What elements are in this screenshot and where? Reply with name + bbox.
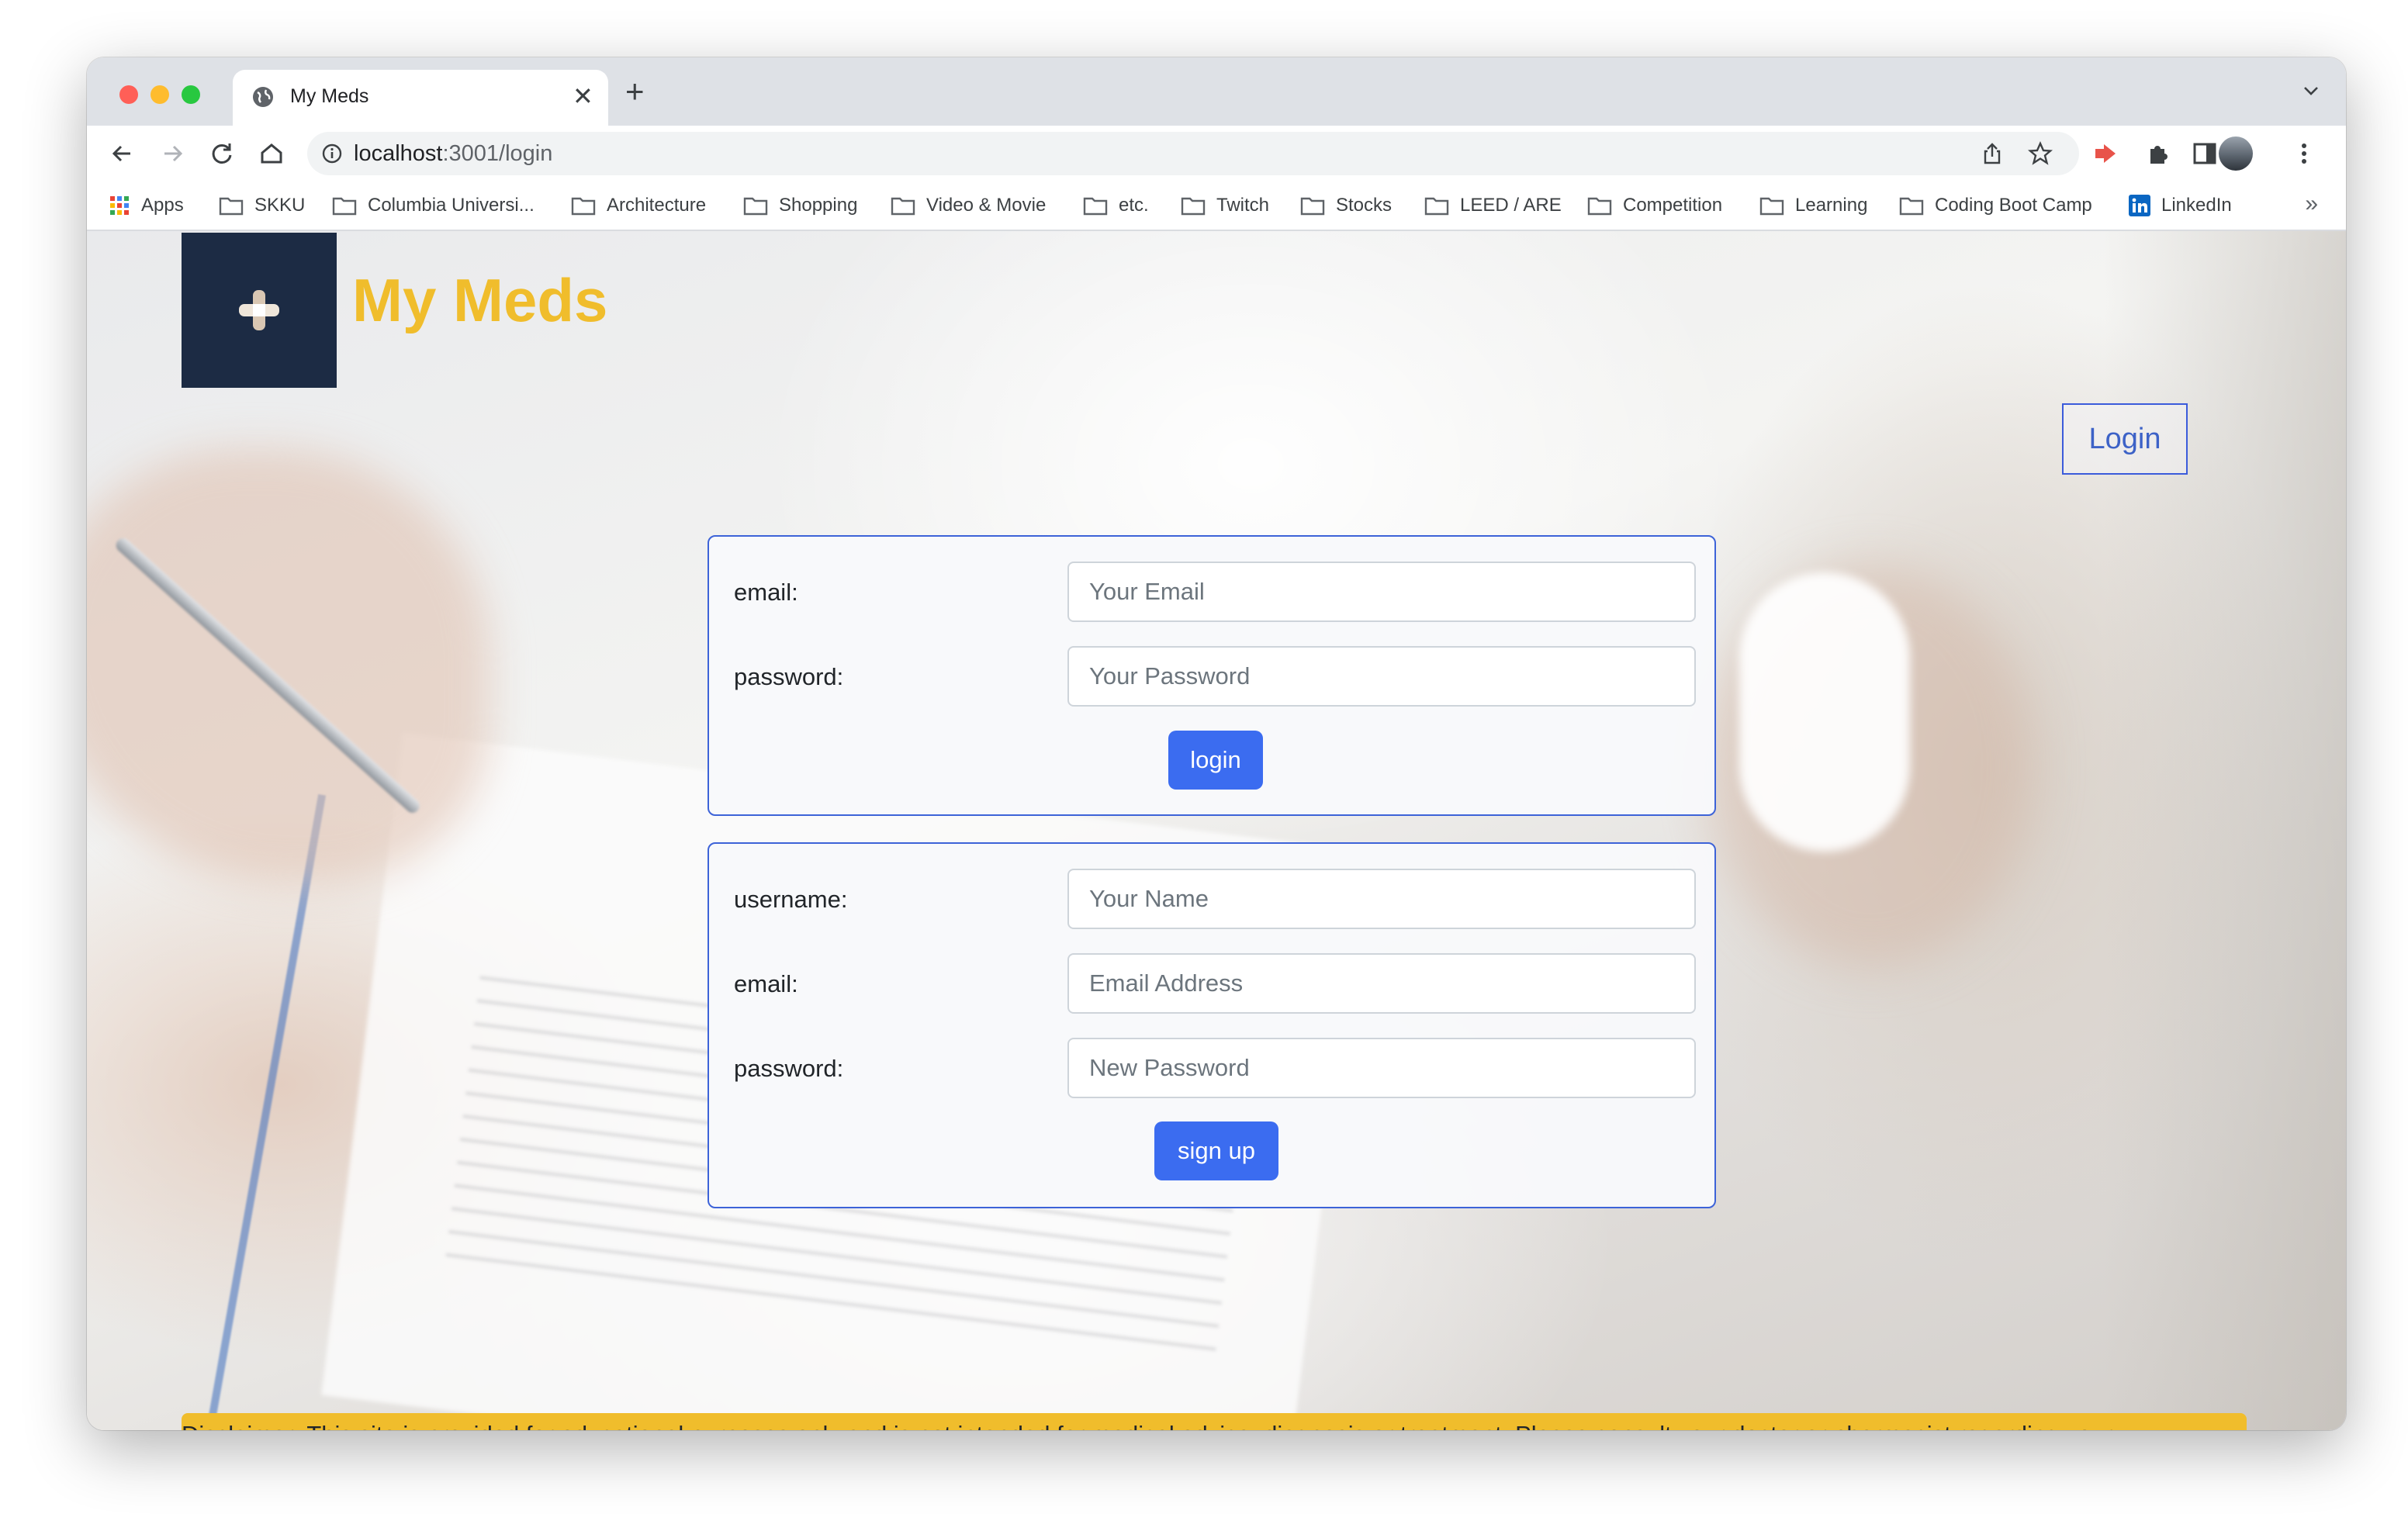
forward-arrow-icon[interactable] bbox=[157, 138, 188, 169]
folder-icon bbox=[891, 197, 915, 216]
bookmark-label: Competition bbox=[1623, 195, 1723, 216]
more-menu-icon[interactable] bbox=[2290, 140, 2318, 168]
folder-icon bbox=[1300, 197, 1325, 216]
folder-icon bbox=[219, 197, 244, 216]
signup-email-input[interactable] bbox=[1067, 953, 1696, 1014]
bookmark-label: Apps bbox=[141, 195, 184, 216]
bookmark-folder-leed-are[interactable]: LEED / ARE bbox=[1424, 192, 1562, 219]
folder-icon bbox=[1759, 197, 1784, 216]
signup-button[interactable]: sign up bbox=[1154, 1121, 1278, 1180]
home-icon[interactable] bbox=[256, 138, 287, 169]
url-text: localhost:3001/login bbox=[354, 141, 553, 166]
minimize-window-button[interactable] bbox=[150, 85, 169, 104]
site-info-icon[interactable] bbox=[321, 143, 343, 164]
bookmark-label: Coding Boot Camp bbox=[1935, 195, 2092, 216]
login-email-input[interactable] bbox=[1067, 562, 1696, 622]
bookmark-label: SKKU bbox=[254, 195, 306, 216]
folder-icon bbox=[332, 197, 357, 216]
background-pill-bottle bbox=[1739, 572, 1910, 852]
maximize-window-button[interactable] bbox=[182, 85, 200, 104]
site-logo[interactable] bbox=[182, 233, 337, 388]
folder-icon bbox=[571, 197, 596, 216]
page-viewport: My Meds Login email: password: login use… bbox=[87, 231, 2346, 1430]
signup-email-row: email: bbox=[709, 953, 1714, 1014]
email-label: email: bbox=[734, 579, 798, 606]
bookmark-folder-twitch[interactable]: Twitch bbox=[1181, 192, 1269, 219]
bookmark-label: Learning bbox=[1795, 195, 1868, 216]
signup-password-input[interactable] bbox=[1067, 1038, 1696, 1098]
browser-window: My Meds ✕ + localhost:3001/login Apps SK… bbox=[87, 57, 2346, 1430]
site-title[interactable]: My Meds bbox=[352, 265, 607, 336]
password-label: password: bbox=[734, 1055, 844, 1082]
bookmark-folder-coding-boot-camp[interactable]: Coding Boot Camp bbox=[1899, 192, 2092, 219]
bookmark-star-icon[interactable] bbox=[2028, 141, 2053, 166]
bookmark-folder-columbia[interactable]: Columbia Universi... bbox=[332, 192, 535, 219]
bookmark-label: Twitch bbox=[1216, 195, 1270, 216]
login-password-input[interactable] bbox=[1067, 646, 1696, 707]
nav-login-button[interactable]: Login bbox=[2062, 403, 2188, 475]
login-form: email: password: login bbox=[708, 535, 1716, 816]
username-label: username: bbox=[734, 886, 848, 913]
signup-username-row: username: bbox=[709, 869, 1714, 929]
signup-password-row: password: bbox=[709, 1038, 1714, 1098]
signup-username-input[interactable] bbox=[1067, 869, 1696, 929]
bookmark-folder-shopping[interactable]: Shopping bbox=[743, 192, 857, 219]
apps-grid-icon bbox=[110, 196, 129, 215]
bookmark-label: Stocks bbox=[1336, 195, 1393, 216]
bookmark-folder-skku[interactable]: SKKU bbox=[219, 192, 305, 219]
login-email-row: email: bbox=[709, 562, 1714, 622]
medical-cross-icon bbox=[239, 290, 279, 330]
extension-arrow-icon[interactable] bbox=[2091, 140, 2119, 168]
side-panel-icon[interactable] bbox=[2191, 140, 2219, 168]
folder-icon bbox=[1587, 197, 1612, 216]
new-tab-icon[interactable]: + bbox=[625, 74, 645, 109]
bookmark-label: etc. bbox=[1119, 195, 1149, 216]
bookmark-folder-stocks[interactable]: Stocks bbox=[1300, 192, 1392, 219]
extensions-puzzle-icon[interactable] bbox=[2144, 140, 2172, 168]
tab-strip: My Meds ✕ + bbox=[87, 57, 2346, 126]
browser-toolbar: localhost:3001/login bbox=[87, 126, 2346, 181]
bookmarks-overflow-button[interactable]: » bbox=[2305, 191, 2318, 217]
bookmark-label: LEED / ARE bbox=[1460, 195, 1562, 216]
tab-title: My Meds bbox=[290, 85, 369, 107]
bookmark-folder-learning[interactable]: Learning bbox=[1759, 192, 1867, 219]
bookmark-apps[interactable]: Apps bbox=[109, 192, 184, 219]
close-window-button[interactable] bbox=[119, 85, 138, 104]
bookmark-label: Video & Movie bbox=[926, 195, 1047, 216]
browser-tab-active[interactable]: My Meds ✕ bbox=[233, 70, 608, 126]
disclaimer-banner: Disclaimer: This site is provided for ed… bbox=[182, 1413, 2247, 1430]
bookmark-folder-video-movie[interactable]: Video & Movie bbox=[891, 192, 1046, 219]
signup-form: username: email: password: sign up bbox=[708, 842, 1716, 1208]
share-icon[interactable] bbox=[1980, 141, 2005, 166]
bookmark-label: LinkedIn bbox=[2161, 195, 2232, 216]
folder-icon bbox=[1181, 197, 1206, 216]
login-password-row: password: bbox=[709, 646, 1714, 707]
background-clipboard bbox=[196, 793, 327, 1430]
close-tab-icon[interactable]: ✕ bbox=[573, 82, 593, 110]
linkedin-icon bbox=[2129, 195, 2150, 216]
globe-icon bbox=[253, 87, 273, 107]
bookmark-folder-competition[interactable]: Competition bbox=[1587, 192, 1722, 219]
bookmark-label: Columbia Universi... bbox=[368, 195, 535, 216]
folder-icon bbox=[743, 197, 768, 216]
bookmarks-bar: Apps SKKU Columbia Universi... Architect… bbox=[87, 181, 2346, 231]
login-button[interactable]: login bbox=[1168, 731, 1263, 790]
bookmark-linkedin[interactable]: LinkedIn bbox=[2129, 192, 2232, 219]
bookmark-label: Architecture bbox=[607, 195, 707, 216]
folder-icon bbox=[1083, 197, 1108, 216]
password-label: password: bbox=[734, 663, 844, 690]
chevron-down-icon[interactable] bbox=[2301, 81, 2321, 101]
bookmark-folder-etc[interactable]: etc. bbox=[1083, 192, 1149, 219]
address-bar[interactable]: localhost:3001/login bbox=[307, 132, 2079, 175]
reload-icon[interactable] bbox=[206, 138, 237, 169]
email-label: email: bbox=[734, 970, 798, 997]
profile-avatar[interactable] bbox=[2219, 137, 2253, 171]
folder-icon bbox=[1424, 197, 1449, 216]
back-arrow-icon[interactable] bbox=[107, 138, 138, 169]
bookmark-label: Shopping bbox=[779, 195, 858, 216]
background-hand bbox=[87, 448, 490, 883]
bookmark-folder-architecture[interactable]: Architecture bbox=[571, 192, 706, 219]
folder-icon bbox=[1899, 197, 1924, 216]
